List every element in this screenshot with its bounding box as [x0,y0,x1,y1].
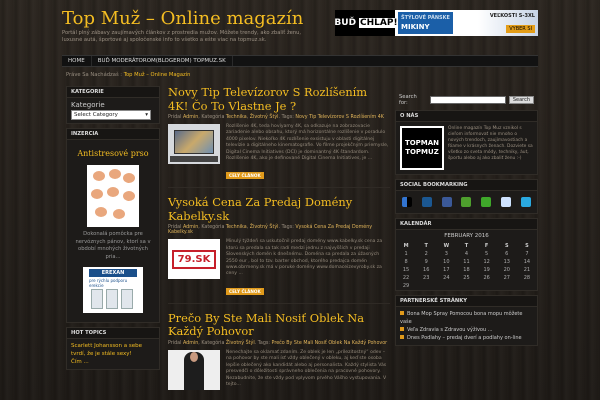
post-thumbnail[interactable] [168,349,220,390]
post-category-link[interactable]: Životný Štýl [226,341,255,346]
read-more-button[interactable]: CELÝ ČLÁNOK [226,172,264,180]
bullet-icon [400,311,404,315]
post-thumbnail[interactable]: 79.SK [168,239,220,280]
logo-text: TOPMAN [404,139,440,147]
calendar-month: FEBRUARY 2016 [444,233,489,239]
widget-inzercia: INZERCIA Antistresové prso Dokonalá pomô… [66,128,160,323]
about-text: Online magazín Top Muz vznikol s cieľom … [448,126,533,161]
hot-topic-item[interactable]: Scarlett Johansson a sebe tvrdí, že je s… [71,342,155,358]
calendar-week: 1234567 [404,251,529,257]
post-tag-link[interactable]: Novy Tip Televízorov S Rozlíšením 4K [295,115,384,120]
widget-title: HOT TOPICS [67,328,159,339]
stumbleupon-icon[interactable] [461,197,472,207]
breadcrumb: Práve Sa Nachádzaš : Top Muž – Online Ma… [66,72,190,78]
widget-social: SOCIAL BOOKMARKING [395,179,538,214]
post-category-link[interactable]: Životný Štýl [250,225,279,230]
breadcrumb-current[interactable]: Top Muž – Online Magazín [124,72,191,78]
facebook-icon[interactable] [441,197,452,207]
delicious-icon[interactable] [402,197,412,207]
technorati-icon[interactable] [481,197,492,207]
twitter-icon[interactable] [520,197,531,207]
banner-promo-text: VEĽKOSTI S-3XL [489,13,535,19]
banner-brand: BUĎ CHLAP! [335,10,399,36]
post-title[interactable]: Novy Tip Televízorov S Rozlíšením 4K! Čo… [168,85,390,113]
ad-description: Dokonalá pomôcka pre nervóznych pánov, k… [75,231,151,260]
post-category-link[interactable]: Technika [226,225,247,230]
post: Novy Tip Televízorov S Rozlíšením 4K! Čo… [168,85,390,189]
calendar-week: 15 16 17 18 19 20 21 [402,267,531,273]
reddit-icon[interactable] [501,197,512,207]
banner-promo: VEĽKOSTI S-3XL VYBER SI [478,10,538,36]
post-excerpt: Rozlíšenie 4K, teda hovíyamy 4K, sa odka… [226,124,389,162]
search-input[interactable] [430,96,506,104]
partner-link[interactable]: Bona Mop Spray Pomocou bona mopu môžete … [400,310,533,326]
left-sidebar: KATEGORIE Kategorie Select Category ▾ IN… [66,86,160,374]
partner-link[interactable]: Dnes Podlahy – predaj dverí a podlahy on… [400,334,533,342]
post-meta: Pridal Admin, Kategória Životný Štýl. Ta… [168,340,388,346]
widget-calendar: KALENDÁR FEBRUARY 2016 MTWTFSS 1234567 8… [395,218,538,291]
site-logo[interactable]: TOPMAN TOPMUZ [400,126,444,170]
ad-image-stressballs[interactable] [87,165,139,227]
post: Vysoká Cena Za Predaj Domény Kabelky.sk … [168,196,390,304]
site-tagline: Portál plný zábavy zaujímavých článkov z… [62,30,302,43]
hot-topic-item[interactable]: Čím ... [71,358,155,366]
banner-headline: ŠTÝLOVÉ PÁNSKE MIKINY [398,12,453,34]
partner-link[interactable]: Veľa Zdravia s Zdravou výživou ... [400,326,533,334]
widget-title: O NÁS [396,111,537,122]
read-more-button[interactable]: CELÝ ČLÁNOK [226,287,264,295]
nav-item-blogger[interactable]: BUĎ MODERÁTOROM(BLOGEROM) TOPMUZ.SK [92,56,233,66]
widget-onas: O NÁS TOPMAN TOPMUZ Online magazín Top M… [395,110,538,175]
post-tag-link[interactable]: Prečo By Ste Mali Nosiť Oblek Na Každý P… [272,341,388,346]
product-brand: EREXAN [89,269,137,277]
post-author-link[interactable]: Admin [183,115,198,120]
product-sub: pre rýchlu podporu erekcie [89,278,128,288]
post-title[interactable]: Prečo By Ste Mali Nosiť Oblek Na Každý P… [168,311,390,339]
main-nav: HOME BUĎ MODERÁTOROM(BLOGEROM) TOPMUZ.SK [62,55,538,67]
right-sidebar: Search for: Search O NÁS TOPMAN TOPMUZ O… [395,86,538,350]
post-meta: Pridal Admin, Kategória Technika, Životn… [168,225,373,236]
main-content: Novy Tip Televízorov S Rozlíšením 4K! Čo… [168,85,390,400]
post-category-link[interactable]: Technika [226,115,247,120]
header-ad-banner[interactable]: BUĎ CHLAP! ŠTÝLOVÉ PÁNSKE MIKINY VEĽKOSTI … [335,10,538,36]
search-button[interactable]: Search [508,96,534,104]
nav-item-home[interactable]: HOME [62,56,92,66]
calendar-week: 29 [402,283,410,289]
thumbnail-logo: 79.SK [171,249,217,269]
site-title[interactable]: Top Muž – Online magazín [62,8,303,29]
calendar-week: 22 23 24 25 26 27 28 [402,275,531,281]
widget-kategorie: KATEGORIE Kategorie Select Category ▾ [66,86,160,124]
bullet-icon [400,327,404,331]
post-category-link[interactable]: Životný Štýl [250,115,279,120]
ad-title[interactable]: Antistresové prso [71,149,155,159]
widget-title: PARTNERSKÉ STRÁNKY [396,296,537,307]
post-thumbnail[interactable] [168,124,220,164]
banner-promo-button[interactable]: VYBER SI [506,25,535,33]
post-excerpt: Nenechajte sa oklamať zdaním. Ze oblek j… [226,349,387,387]
breadcrumb-prefix: Práve Sa Nachádzaš : [66,72,123,78]
calendar-table: MTWTFSS 1234567 8 9 10 11 12 13 14 15 16 17 18 19 2… [396,242,537,290]
widget-title: SOCIAL BOOKMARKING [396,180,537,191]
calendar-week: 8 9 10 11 12 13 14 [404,259,531,265]
post: Prečo By Ste Mali Nosiť Oblek Na Každý P… [168,311,390,396]
bullet-icon [400,335,404,339]
digg-icon[interactable] [421,197,432,207]
post-meta: Pridal Admin, Kategória Technika, Životn… [168,115,384,120]
post-title[interactable]: Vysoká Cena Za Predaj Domény Kabelky.sk [168,196,390,223]
logo-text: TOPMUZ [405,148,439,156]
widget-partners: PARTNERSKÉ STRÁNKY Bona Mop Spray Pomoco… [395,295,538,346]
widget-title: INZERCIA [67,129,159,140]
widget-title: KALENDÁR [396,219,537,230]
category-select-value: Select Category [74,112,118,118]
widget-title: KATEGORIE [67,87,159,98]
kategorie-label: Kategorie [71,101,105,109]
chevron-down-icon: ▾ [145,112,148,118]
search-label: Search for: [399,94,417,106]
post-excerpt: Minulý týždeň sa uskutočnil predaj domén… [226,239,383,277]
ad-image-product[interactable]: EREXAN pre rýchlu podporu erekcie [83,267,143,313]
post-author-link[interactable]: Admin [183,341,198,346]
widget-hot-topics: HOT TOPICS Scarlett Johansson a sebe tvr… [66,327,160,370]
category-select[interactable]: Select Category ▾ [71,110,151,120]
search-widget: Search for: Search [395,86,538,110]
